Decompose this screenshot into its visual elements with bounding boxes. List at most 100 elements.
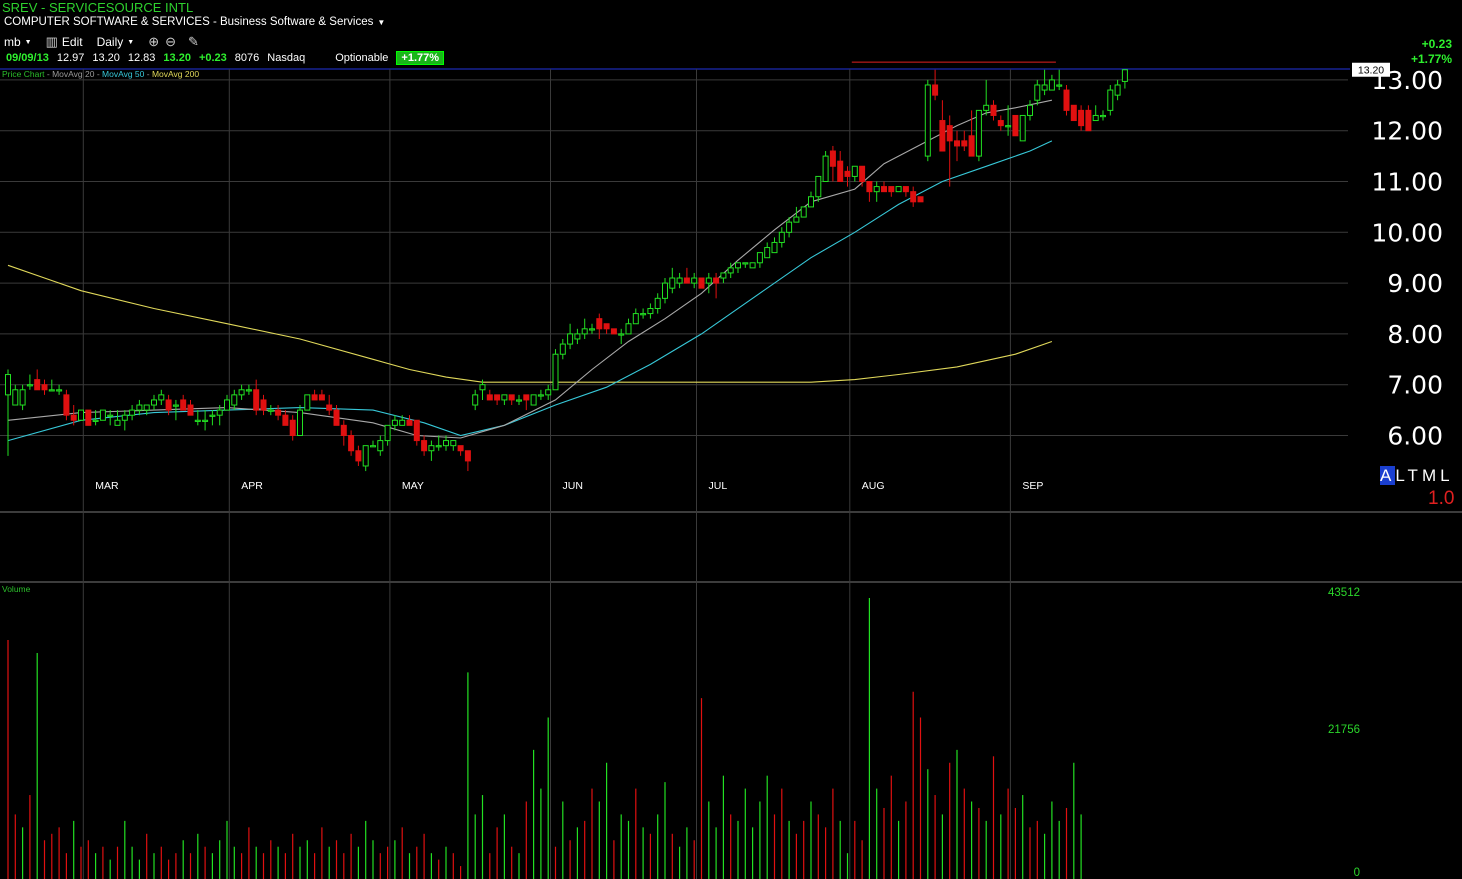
candle-body <box>19 389 26 406</box>
candle-body <box>92 419 99 422</box>
candle-body <box>881 186 887 193</box>
candle-body <box>297 409 303 437</box>
scale-button-a[interactable]: A <box>1380 466 1396 485</box>
candle-body <box>837 160 844 182</box>
candle-body <box>1121 69 1128 82</box>
scale-ratio: 1.0 <box>1428 488 1455 509</box>
price-tick-label: 9.00 <box>1387 269 1443 298</box>
candle-body <box>530 394 537 406</box>
candle-body <box>954 140 960 147</box>
candle-body <box>5 374 11 396</box>
volume-tick-label: 21756 <box>1328 724 1360 736</box>
candle-body <box>596 318 603 330</box>
candle-body <box>1041 84 1048 91</box>
scale-button-l[interactable]: L <box>1395 466 1407 485</box>
candle-body <box>486 394 493 401</box>
candle-body <box>669 277 676 289</box>
candle-body <box>1048 79 1055 91</box>
candle-body <box>311 394 318 401</box>
price-tick-label: 8.00 <box>1387 320 1443 349</box>
scale-button-t[interactable]: T <box>1408 466 1422 485</box>
candle-body <box>85 409 92 426</box>
candle-body <box>632 313 639 325</box>
candle-body <box>581 328 588 335</box>
candle-body <box>866 181 873 193</box>
month-label: MAR <box>95 480 119 492</box>
candle-body <box>698 277 705 289</box>
candle-body <box>756 252 763 264</box>
month-label: JUL <box>709 480 728 492</box>
candle-body <box>1085 109 1092 132</box>
candle-body <box>1012 114 1019 137</box>
candle-body <box>216 409 223 416</box>
candle-body <box>1070 104 1077 122</box>
candle-body <box>129 409 136 416</box>
candle-body <box>333 409 340 426</box>
candle-body <box>326 404 333 411</box>
candle-body <box>713 277 720 284</box>
candle-body <box>56 389 63 392</box>
candle-body <box>70 414 77 421</box>
candle-body <box>808 196 814 208</box>
price-volume-chart[interactable]: 6.007.008.009.0010.0011.0012.0013.00MAR A… <box>0 0 1462 879</box>
candle-body <box>391 419 398 426</box>
candle-body <box>508 394 515 401</box>
candle-body <box>888 186 895 193</box>
candle-body <box>946 125 953 142</box>
candle-body <box>654 297 661 309</box>
candle-body <box>472 394 479 406</box>
candle-body <box>537 394 544 397</box>
month-label: AUG <box>862 480 885 492</box>
last-price-label: 13.20 <box>1358 65 1384 77</box>
candle-body <box>1034 84 1041 101</box>
candle-body <box>238 389 245 396</box>
candle-body <box>851 165 858 177</box>
candle-body <box>421 440 428 452</box>
candle-body <box>494 394 501 401</box>
candle-body <box>267 409 274 412</box>
candle-body <box>209 414 216 417</box>
candle-body <box>764 247 771 259</box>
candle-body <box>194 419 201 422</box>
candle-body <box>873 186 880 193</box>
candle-body <box>399 419 406 426</box>
candle-body <box>464 450 471 462</box>
candle-body <box>1027 104 1033 116</box>
candle-body <box>968 135 975 157</box>
month-label: JUN <box>563 480 583 492</box>
ma20-line <box>7 99 1053 439</box>
candle-body <box>172 404 179 407</box>
candle-body <box>355 450 362 462</box>
candle-body <box>41 384 48 391</box>
candle-body <box>187 404 194 416</box>
candle-body <box>362 445 369 467</box>
candle-body <box>377 440 384 452</box>
scale-button-l2[interactable]: L <box>1440 466 1453 485</box>
candle-body <box>1107 89 1114 111</box>
candle-body <box>603 323 610 330</box>
candle-body <box>1092 114 1099 122</box>
candle-body <box>859 165 866 182</box>
candle-body <box>136 404 143 411</box>
candle-body <box>983 104 990 111</box>
candle-body <box>516 399 522 402</box>
scale-button-m[interactable]: M <box>1422 466 1440 485</box>
volume-tick-label: 0 <box>1354 867 1360 879</box>
candle-body <box>348 435 355 452</box>
candle-body <box>997 120 1004 127</box>
candle-body <box>727 267 734 274</box>
candle-body <box>1100 114 1106 118</box>
candle-body <box>720 272 727 279</box>
candle-body <box>1005 125 1012 128</box>
candle-body <box>121 414 128 421</box>
candle-body <box>457 445 464 452</box>
candle-body <box>165 399 172 411</box>
candle-body <box>662 282 668 299</box>
candle-body <box>370 445 376 448</box>
candle-body <box>793 216 800 223</box>
candle-body <box>990 104 997 116</box>
candle-body <box>428 445 435 452</box>
candle-body <box>778 231 785 243</box>
candle-body <box>676 277 683 284</box>
candle-body <box>523 394 530 401</box>
